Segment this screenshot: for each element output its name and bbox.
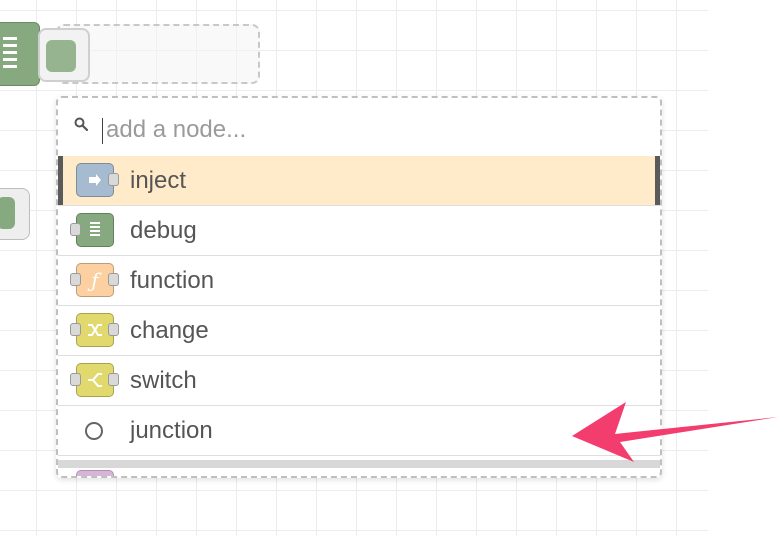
text-cursor — [102, 118, 103, 144]
canvas-node-partial[interactable] — [0, 188, 30, 240]
junction-circle-icon — [85, 422, 103, 440]
list-item-debug[interactable]: debug — [58, 206, 660, 256]
output-port-icon — [108, 173, 119, 186]
list-item-inject[interactable]: inject — [58, 156, 660, 206]
node-label: function — [130, 267, 215, 294]
debug-node-icon — [76, 213, 114, 247]
output-port-icon — [108, 323, 119, 336]
search-input[interactable] — [104, 112, 628, 148]
list-icon — [3, 37, 17, 72]
input-port-icon — [70, 273, 81, 286]
output-port-icon — [108, 273, 119, 286]
node-label: debug — [130, 217, 197, 244]
canvas-debug-node[interactable] — [0, 22, 40, 86]
node-label: change — [130, 317, 209, 344]
search-icon — [74, 117, 88, 131]
canvas-node-ghost — [38, 28, 90, 82]
node-label: switch — [130, 367, 197, 394]
search-bar — [58, 98, 660, 157]
input-port-icon — [70, 373, 81, 386]
input-port-icon — [70, 223, 81, 236]
list-item-function[interactable]: ƒ function — [58, 256, 660, 306]
node-label: inject — [130, 167, 187, 194]
list-item-change[interactable]: change — [58, 306, 660, 356]
input-port-icon — [70, 323, 81, 336]
output-port-icon — [108, 373, 119, 386]
annotation-arrow-icon — [572, 402, 778, 462]
next-node-icon — [76, 470, 114, 476]
node-label: junction — [130, 417, 213, 444]
